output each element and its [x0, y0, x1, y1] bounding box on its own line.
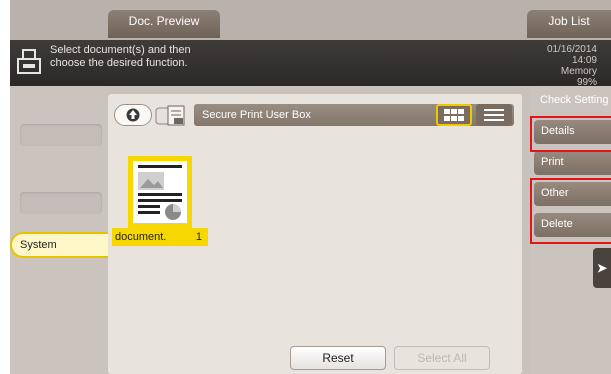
document-item[interactable]: document. 1 [112, 156, 208, 248]
reset-button[interactable]: Reset [290, 346, 386, 370]
top-tab-bar [10, 0, 611, 40]
tab-system[interactable]: System [10, 232, 110, 258]
document-name-label: document. 1 [112, 228, 208, 246]
left-slot-empty [20, 124, 102, 146]
grid-view-icon [444, 109, 464, 121]
tab-doc-preview[interactable]: Doc. Preview [108, 10, 220, 38]
thumbnail-view-button[interactable] [436, 104, 472, 126]
up-arrow-icon [126, 108, 140, 122]
list-view-button[interactable] [476, 104, 512, 126]
document-count: 1 [195, 231, 202, 243]
time-text: 14:09 [571, 55, 597, 66]
document-preview-icon [138, 165, 182, 220]
date-time-memory: 01/16/2014 14:09 Memory 99% [547, 44, 597, 88]
date-text: 01/16/2014 [546, 44, 597, 55]
list-view-icon [484, 109, 504, 121]
check-setting-label: Check Setting [540, 94, 609, 106]
message-line-2: choose the desired function. [50, 57, 188, 69]
back-button[interactable]: ➤ [593, 248, 611, 288]
memory-label: Memory [560, 66, 597, 77]
printer-icon [17, 49, 41, 74]
message-bar: Select document(s) and then choose the d… [10, 40, 611, 88]
instruction-message: Select document(s) and then choose the d… [50, 44, 310, 70]
highlight-frame-other-delete [530, 178, 611, 244]
tab-job-list[interactable]: Job List [527, 10, 611, 38]
left-slot-empty [20, 192, 102, 214]
print-button[interactable]: Print [534, 151, 611, 175]
document-thumbnail[interactable] [128, 156, 192, 228]
arrow-left-icon: ➤ [596, 261, 608, 275]
message-line-1: Select document(s) and then [50, 44, 191, 56]
select-all-button[interactable]: Select All [394, 346, 490, 370]
highlight-frame-details [530, 116, 611, 152]
box-folder-icon [155, 105, 185, 126]
document-name: document. [115, 231, 167, 243]
up-level-button[interactable] [114, 104, 152, 126]
